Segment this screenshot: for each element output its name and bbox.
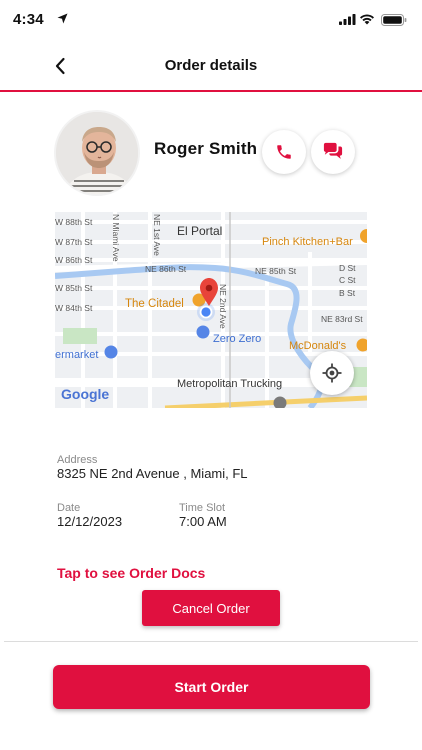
map-label-street: W 88th St (55, 217, 93, 227)
map-label-street: C St (339, 275, 356, 285)
time-slot-label: Time Slot (179, 502, 226, 514)
map-label-street: NE 85th St (255, 266, 297, 276)
cancel-order-button[interactable]: Cancel Order (142, 590, 280, 626)
navigation-bar: Order details (0, 40, 422, 92)
chat-button[interactable] (311, 130, 355, 174)
date-label: Date (57, 502, 81, 514)
cellular-signal-icon (339, 14, 356, 25)
address-value: 8325 NE 2nd Avenue , Miami, FL (57, 466, 248, 481)
customer-name: Roger Smith (154, 139, 258, 158)
divider (4, 641, 418, 642)
map-label-street: NE 2nd Ave (218, 284, 228, 329)
map-attribution: Google (61, 386, 109, 402)
wifi-icon (360, 14, 374, 25)
date-value: 12/12/2023 (57, 514, 123, 529)
call-button[interactable] (262, 130, 306, 174)
avatar-photo (56, 112, 138, 194)
map-label-street: NE 86th St (145, 264, 187, 274)
page-title: Order details (164, 57, 258, 74)
order-docs-link[interactable]: Tap to see Order Docs (57, 565, 205, 581)
map-label-poi: The Citadel (125, 298, 184, 310)
map-label-street: NE 1st Ave (152, 214, 162, 256)
map-label-street: W 86th St (55, 255, 93, 265)
location-arrow-icon (57, 13, 68, 24)
battery-icon (381, 14, 407, 26)
phone-icon (277, 145, 291, 159)
map-label-place: El Portal (177, 224, 222, 238)
map-label-poi: ermarket (55, 349, 98, 361)
crosshair-locate-icon (322, 363, 342, 383)
map-label-street: W 85th St (55, 283, 93, 293)
customer-avatar (54, 110, 140, 196)
address-label: Address (57, 454, 98, 466)
start-order-button[interactable]: Start Order (53, 665, 370, 709)
chat-bubbles-icon (323, 142, 343, 159)
map-label-street: D St (339, 263, 356, 273)
locate-me-button[interactable] (310, 351, 354, 395)
status-time: 4:34 (13, 11, 44, 28)
map-label-street: NE 83rd St (321, 314, 363, 324)
time-slot-value: 7:00 AM (179, 514, 227, 529)
map-view[interactable]: W 88th St W 87th St W 86th St W 85th St … (55, 212, 367, 408)
map-label-street: B St (339, 288, 356, 298)
status-bar: 4:34 (0, 0, 422, 40)
map-label-street: W 87th St (55, 237, 93, 247)
map-label-street: W 84th St (55, 303, 93, 313)
map-label-poi: Zero Zero (213, 333, 261, 345)
map-label-poi: Pinch Kitchen+Bar (262, 236, 353, 248)
map-label-poi: McDonald's (289, 340, 347, 352)
map-label-street: N Miami Ave (111, 214, 121, 262)
map-label-place: Metropolitan Trucking (177, 378, 282, 390)
